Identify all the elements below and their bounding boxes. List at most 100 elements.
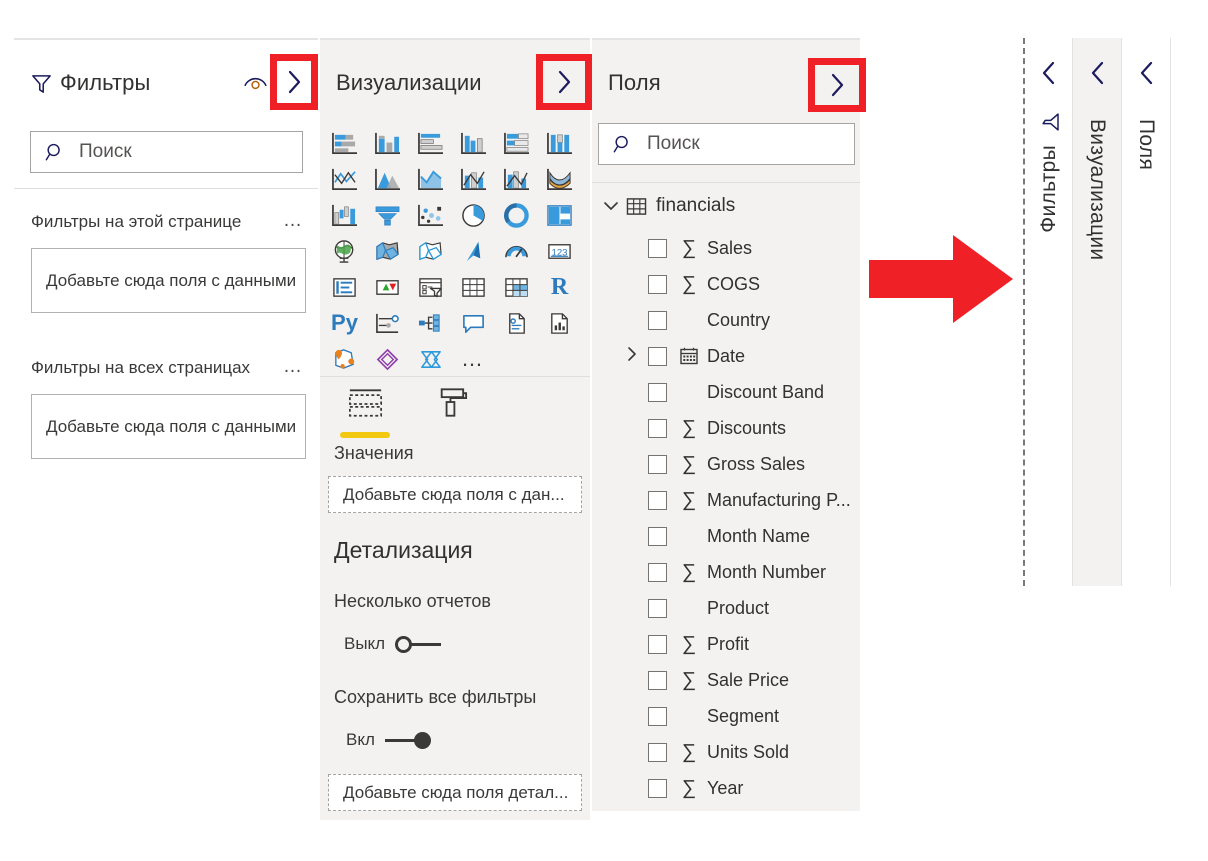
field-row[interactable]: Month Name xyxy=(648,518,810,554)
table-icon[interactable] xyxy=(452,269,495,305)
line-and-clustered-column-chart-icon[interactable] xyxy=(495,161,538,197)
treemap-icon[interactable] xyxy=(538,197,581,233)
field-checkbox[interactable] xyxy=(648,346,667,366)
power-automate-icon[interactable] xyxy=(409,341,452,377)
chevron-right-icon[interactable] xyxy=(624,346,640,367)
field-row[interactable]: ∑ Manufacturing P... xyxy=(648,482,851,518)
drillthrough-dropzone[interactable]: Добавьте сюда поля детал... xyxy=(328,774,582,811)
more-options-icon[interactable]: … xyxy=(452,341,495,377)
stacked-column-chart-icon[interactable] xyxy=(366,125,409,161)
collapsed-pane-fields[interactable]: Поля xyxy=(1122,38,1171,586)
area-chart-icon[interactable] xyxy=(366,161,409,197)
pie-chart-icon[interactable] xyxy=(452,197,495,233)
powerapps-icon[interactable] xyxy=(366,341,409,377)
visualizations-collapse-button[interactable] xyxy=(545,61,583,103)
filters-search-box[interactable]: Поиск xyxy=(30,131,303,173)
funnel-chart-icon[interactable] xyxy=(366,197,409,233)
decomposition-tree-icon[interactable] xyxy=(409,305,452,341)
field-row[interactable]: ∑ Units Sold xyxy=(648,734,789,770)
funnel-icon xyxy=(30,72,56,95)
field-row[interactable]: ∑ Gross Sales xyxy=(648,446,805,482)
field-checkbox[interactable] xyxy=(648,274,667,294)
gauge-icon[interactable] xyxy=(495,233,538,269)
field-checkbox[interactable] xyxy=(648,526,667,546)
field-checkbox[interactable] xyxy=(648,454,667,474)
fields-collapse-button[interactable] xyxy=(817,64,857,106)
fields-table-row[interactable]: financials xyxy=(602,195,735,217)
field-row[interactable]: ∑ Sales xyxy=(648,230,752,266)
field-checkbox[interactable] xyxy=(648,562,667,582)
field-row[interactable]: ∑ Year xyxy=(648,770,743,806)
tab-format-pane[interactable] xyxy=(424,385,474,438)
arcgis-map-icon[interactable] xyxy=(323,341,366,377)
shape-map-icon[interactable] xyxy=(409,233,452,269)
python-visual-icon[interactable]: Py xyxy=(323,305,366,341)
field-checkbox[interactable] xyxy=(648,670,667,690)
map-icon[interactable] xyxy=(323,233,366,269)
field-checkbox[interactable] xyxy=(648,490,667,510)
field-checkbox[interactable] xyxy=(648,706,667,726)
field-checkbox[interactable] xyxy=(648,238,667,258)
qa-visual-icon[interactable] xyxy=(452,305,495,341)
field-row[interactable]: ∑ Profit xyxy=(648,626,749,662)
eye-visibility-icon[interactable] xyxy=(243,74,268,92)
filled-map-icon[interactable] xyxy=(366,233,409,269)
waterfall-chart-icon[interactable] xyxy=(323,197,366,233)
scatter-chart-icon[interactable] xyxy=(409,197,452,233)
chevron-left-icon[interactable] xyxy=(1040,60,1057,91)
fields-search-box[interactable]: Поиск xyxy=(598,123,855,165)
field-row[interactable]: Country xyxy=(648,302,770,338)
multi-row-card-icon[interactable] xyxy=(323,269,366,305)
field-checkbox[interactable] xyxy=(648,742,667,762)
field-checkbox[interactable] xyxy=(648,382,667,402)
field-row[interactable]: ∑ Month Number xyxy=(648,554,826,590)
field-checkbox[interactable] xyxy=(648,598,667,618)
kpi-icon[interactable] xyxy=(366,269,409,305)
filters-all-pages-section-more[interactable]: … xyxy=(283,356,304,378)
chevron-left-icon[interactable] xyxy=(1138,60,1155,91)
smart-narrative-icon[interactable] xyxy=(495,305,538,341)
azure-map-icon[interactable] xyxy=(452,233,495,269)
field-row[interactable]: Date xyxy=(648,338,745,374)
stacked-bar-chart-icon[interactable] xyxy=(323,125,366,161)
paginated-report-icon[interactable] xyxy=(538,305,581,341)
field-checkbox[interactable] xyxy=(648,418,667,438)
matrix-icon[interactable] xyxy=(495,269,538,305)
filters-page-section-more[interactable]: … xyxy=(283,210,304,232)
card-icon[interactable]: 123 xyxy=(538,233,581,269)
filters-page-section-label: Фильтры на этой странице xyxy=(31,212,242,231)
field-checkbox[interactable] xyxy=(648,310,667,330)
100-stacked-bar-chart-icon[interactable] xyxy=(495,125,538,161)
clustered-column-chart-icon[interactable] xyxy=(452,125,495,161)
field-row[interactable]: Discount Band xyxy=(648,374,824,410)
field-checkbox[interactable] xyxy=(648,634,667,654)
stacked-area-chart-icon[interactable] xyxy=(409,161,452,197)
field-row[interactable]: ∑ COGS xyxy=(648,266,760,302)
field-row[interactable]: ∑ Sale Price xyxy=(648,662,789,698)
line-and-stacked-column-chart-icon[interactable] xyxy=(452,161,495,197)
r-script-visual-icon[interactable]: R xyxy=(538,269,581,305)
collapsed-pane-fields-label: Поля xyxy=(1135,119,1158,171)
chevron-down-icon[interactable] xyxy=(602,197,620,215)
field-checkbox[interactable] xyxy=(648,778,667,798)
slicer-icon[interactable] xyxy=(409,269,452,305)
filters-page-dropzone[interactable]: Добавьте сюда поля с данными xyxy=(31,248,306,313)
keep-all-filters-toggle[interactable] xyxy=(384,731,431,749)
donut-chart-icon[interactable] xyxy=(495,197,538,233)
tab-fields-pane[interactable] xyxy=(340,385,390,438)
ribbon-chart-icon[interactable] xyxy=(538,161,581,197)
filters-collapse-button[interactable] xyxy=(277,61,311,103)
line-chart-icon[interactable] xyxy=(323,161,366,197)
field-row[interactable]: Segment xyxy=(648,698,779,734)
clustered-bar-chart-icon[interactable] xyxy=(409,125,452,161)
chevron-left-icon[interactable] xyxy=(1089,60,1106,91)
collapsed-pane-filters[interactable]: Фильтры xyxy=(1025,38,1073,586)
field-row[interactable]: Product xyxy=(648,590,769,626)
key-influencers-icon[interactable] xyxy=(366,305,409,341)
field-row[interactable]: ∑ Discounts xyxy=(648,410,786,446)
values-dropzone[interactable]: Добавьте сюда поля с дан... xyxy=(328,476,582,513)
collapsed-pane-visualizations[interactable]: Визуализации xyxy=(1073,38,1122,586)
100-stacked-column-chart-icon[interactable] xyxy=(538,125,581,161)
cross-report-toggle[interactable] xyxy=(395,635,442,653)
filters-all-pages-dropzone[interactable]: Добавьте сюда поля с данными xyxy=(31,394,306,459)
